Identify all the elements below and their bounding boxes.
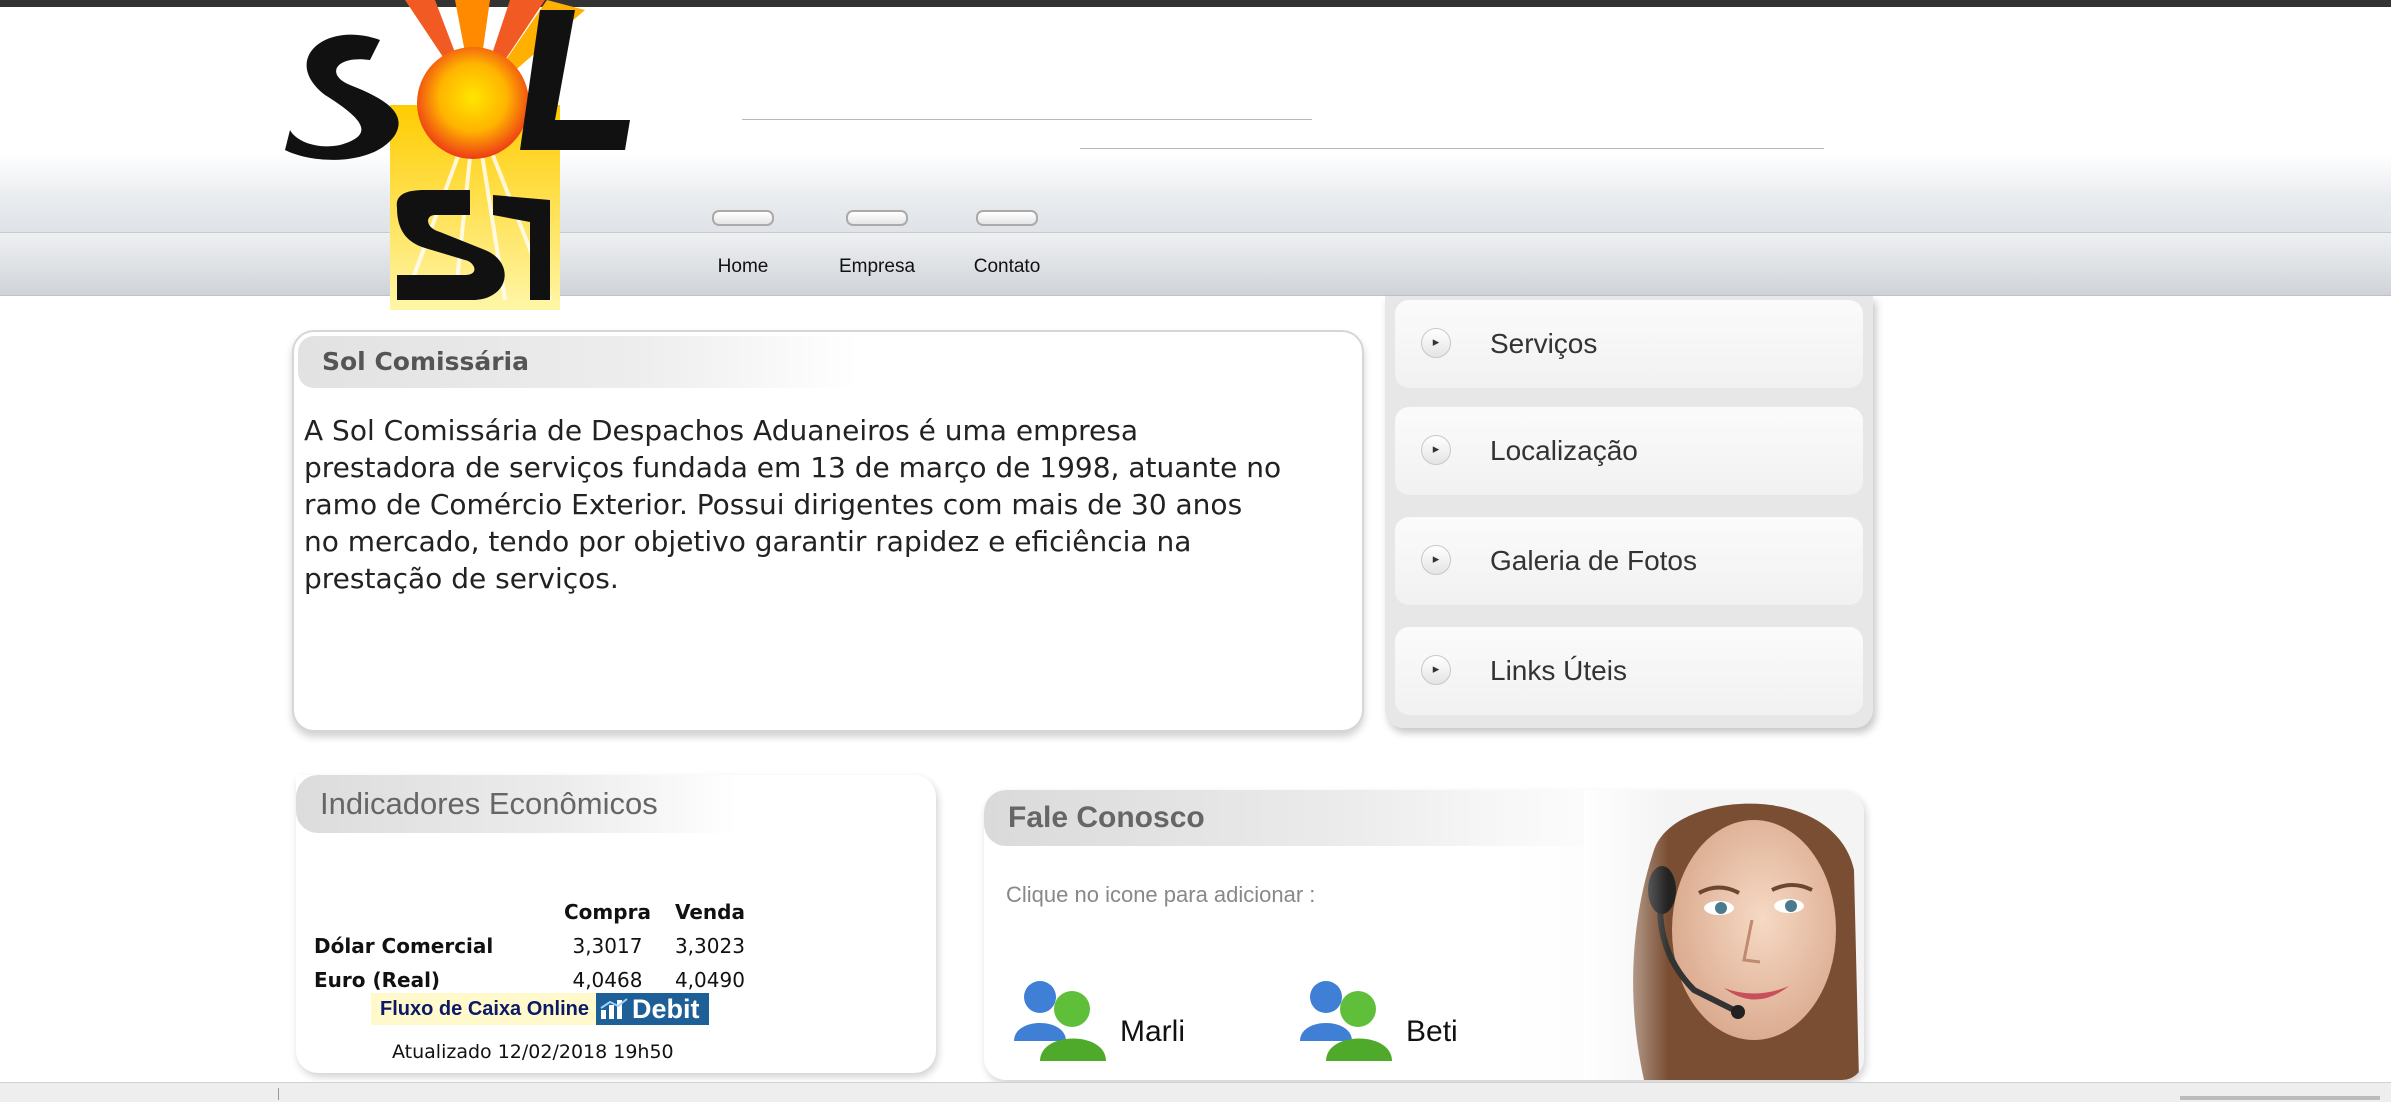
venda-value: 3,3023 (674, 934, 745, 958)
nav-empresa[interactable]: Empresa (827, 210, 927, 278)
contact-name: Beti (1406, 1015, 1458, 1048)
nav-home[interactable]: Home (693, 210, 793, 278)
about-text: A Sol Comissária de Despachos Aduaneiros… (304, 414, 1282, 595)
contact-marli[interactable]: Marli (1010, 975, 1210, 1075)
side-item-localizacao[interactable]: ▸ Localização (1395, 407, 1863, 495)
table-row: Euro (Real) 4,0468 4,0490 (314, 963, 757, 997)
contact-name: Marli (1120, 1015, 1185, 1048)
table-row: Dólar Comercial 3,3017 3,3023 (314, 929, 757, 963)
side-item-galeria[interactable]: ▸ Galeria de Fotos (1395, 517, 1863, 605)
arrow-bullet-icon: ▸ (1421, 328, 1451, 358)
compra-value: 3,3017 (572, 934, 643, 958)
status-bar (0, 1082, 2391, 1102)
table-header-row: Compra Venda (314, 895, 757, 929)
table-header (314, 895, 552, 929)
chart-bars-icon (600, 998, 628, 1019)
about-panel: Sol Comissária A Sol Comissária de Despa… (292, 330, 1364, 732)
nav-pill-icon (846, 210, 908, 226)
venda-value: 4,0490 (674, 968, 745, 992)
support-agent-image (1584, 790, 1864, 1080)
side-item-servicos[interactable]: ▸ Serviços (1395, 300, 1863, 388)
indicators-title: Indicadores Econômicos (296, 775, 736, 833)
header-divider (742, 119, 1312, 120)
contact-title: Fale Conosco (984, 790, 1604, 846)
status-divider (278, 1088, 279, 1100)
table-header: Compra (564, 900, 651, 924)
arrow-bullet-icon: ▸ (1421, 435, 1451, 465)
contact-hint: Clique no icone para adicionar : (1006, 882, 1316, 907)
arrow-bullet-icon: ▸ (1421, 655, 1451, 685)
arrow-bullet-icon: ▸ (1421, 545, 1451, 575)
row-label: Euro (Real) (314, 968, 441, 992)
nav-contato-label: Contato (973, 256, 1041, 277)
nav-pill-icon (976, 210, 1038, 226)
side-item-label: Serviços (1490, 328, 1598, 359)
indicators-panel: Indicadores Econômicos Compra Venda Dóla… (296, 775, 936, 1073)
compra-value: 4,0468 (572, 968, 643, 992)
table-header: Venda (674, 900, 745, 924)
users-icon (1300, 981, 1392, 1061)
header-divider (1080, 148, 1824, 149)
side-item-label: Galeria de Fotos (1490, 545, 1697, 576)
side-item-links[interactable]: ▸ Links Úteis (1395, 627, 1863, 715)
side-item-label: Localização (1490, 435, 1638, 466)
sol-logo[interactable] (285, 0, 645, 310)
horizontal-scrollbar[interactable] (2180, 1096, 2380, 1100)
nav-empresa-label: Empresa (838, 256, 916, 277)
nav-contato[interactable]: Contato (957, 210, 1057, 278)
indicators-table: Compra Venda Dólar Comercial 3,3017 3,30… (314, 895, 757, 997)
contact-panel: Fale Conosco Clique no icone para adicio… (984, 790, 1864, 1080)
debit-label: Debit (632, 994, 700, 1024)
row-label: Dólar Comercial (314, 934, 494, 958)
nav-home-label: Home (717, 256, 769, 277)
side-menu: ▸ Serviços ▸ Localização ▸ Galeria de Fo… (1385, 296, 1873, 728)
fluxo-caixa-link[interactable]: Fluxo de Caixa Online (371, 993, 598, 1025)
contact-beti[interactable]: Beti (1296, 975, 1496, 1075)
updated-timestamp: Atualizado 12/02/2018 19h50 (392, 1041, 674, 1063)
side-item-label: Links Úteis (1490, 655, 1627, 686)
users-icon (1014, 981, 1106, 1061)
about-title: Sol Comissária (298, 336, 858, 388)
debit-logo[interactable]: Debit (596, 993, 709, 1025)
nav-pill-icon (712, 210, 774, 226)
